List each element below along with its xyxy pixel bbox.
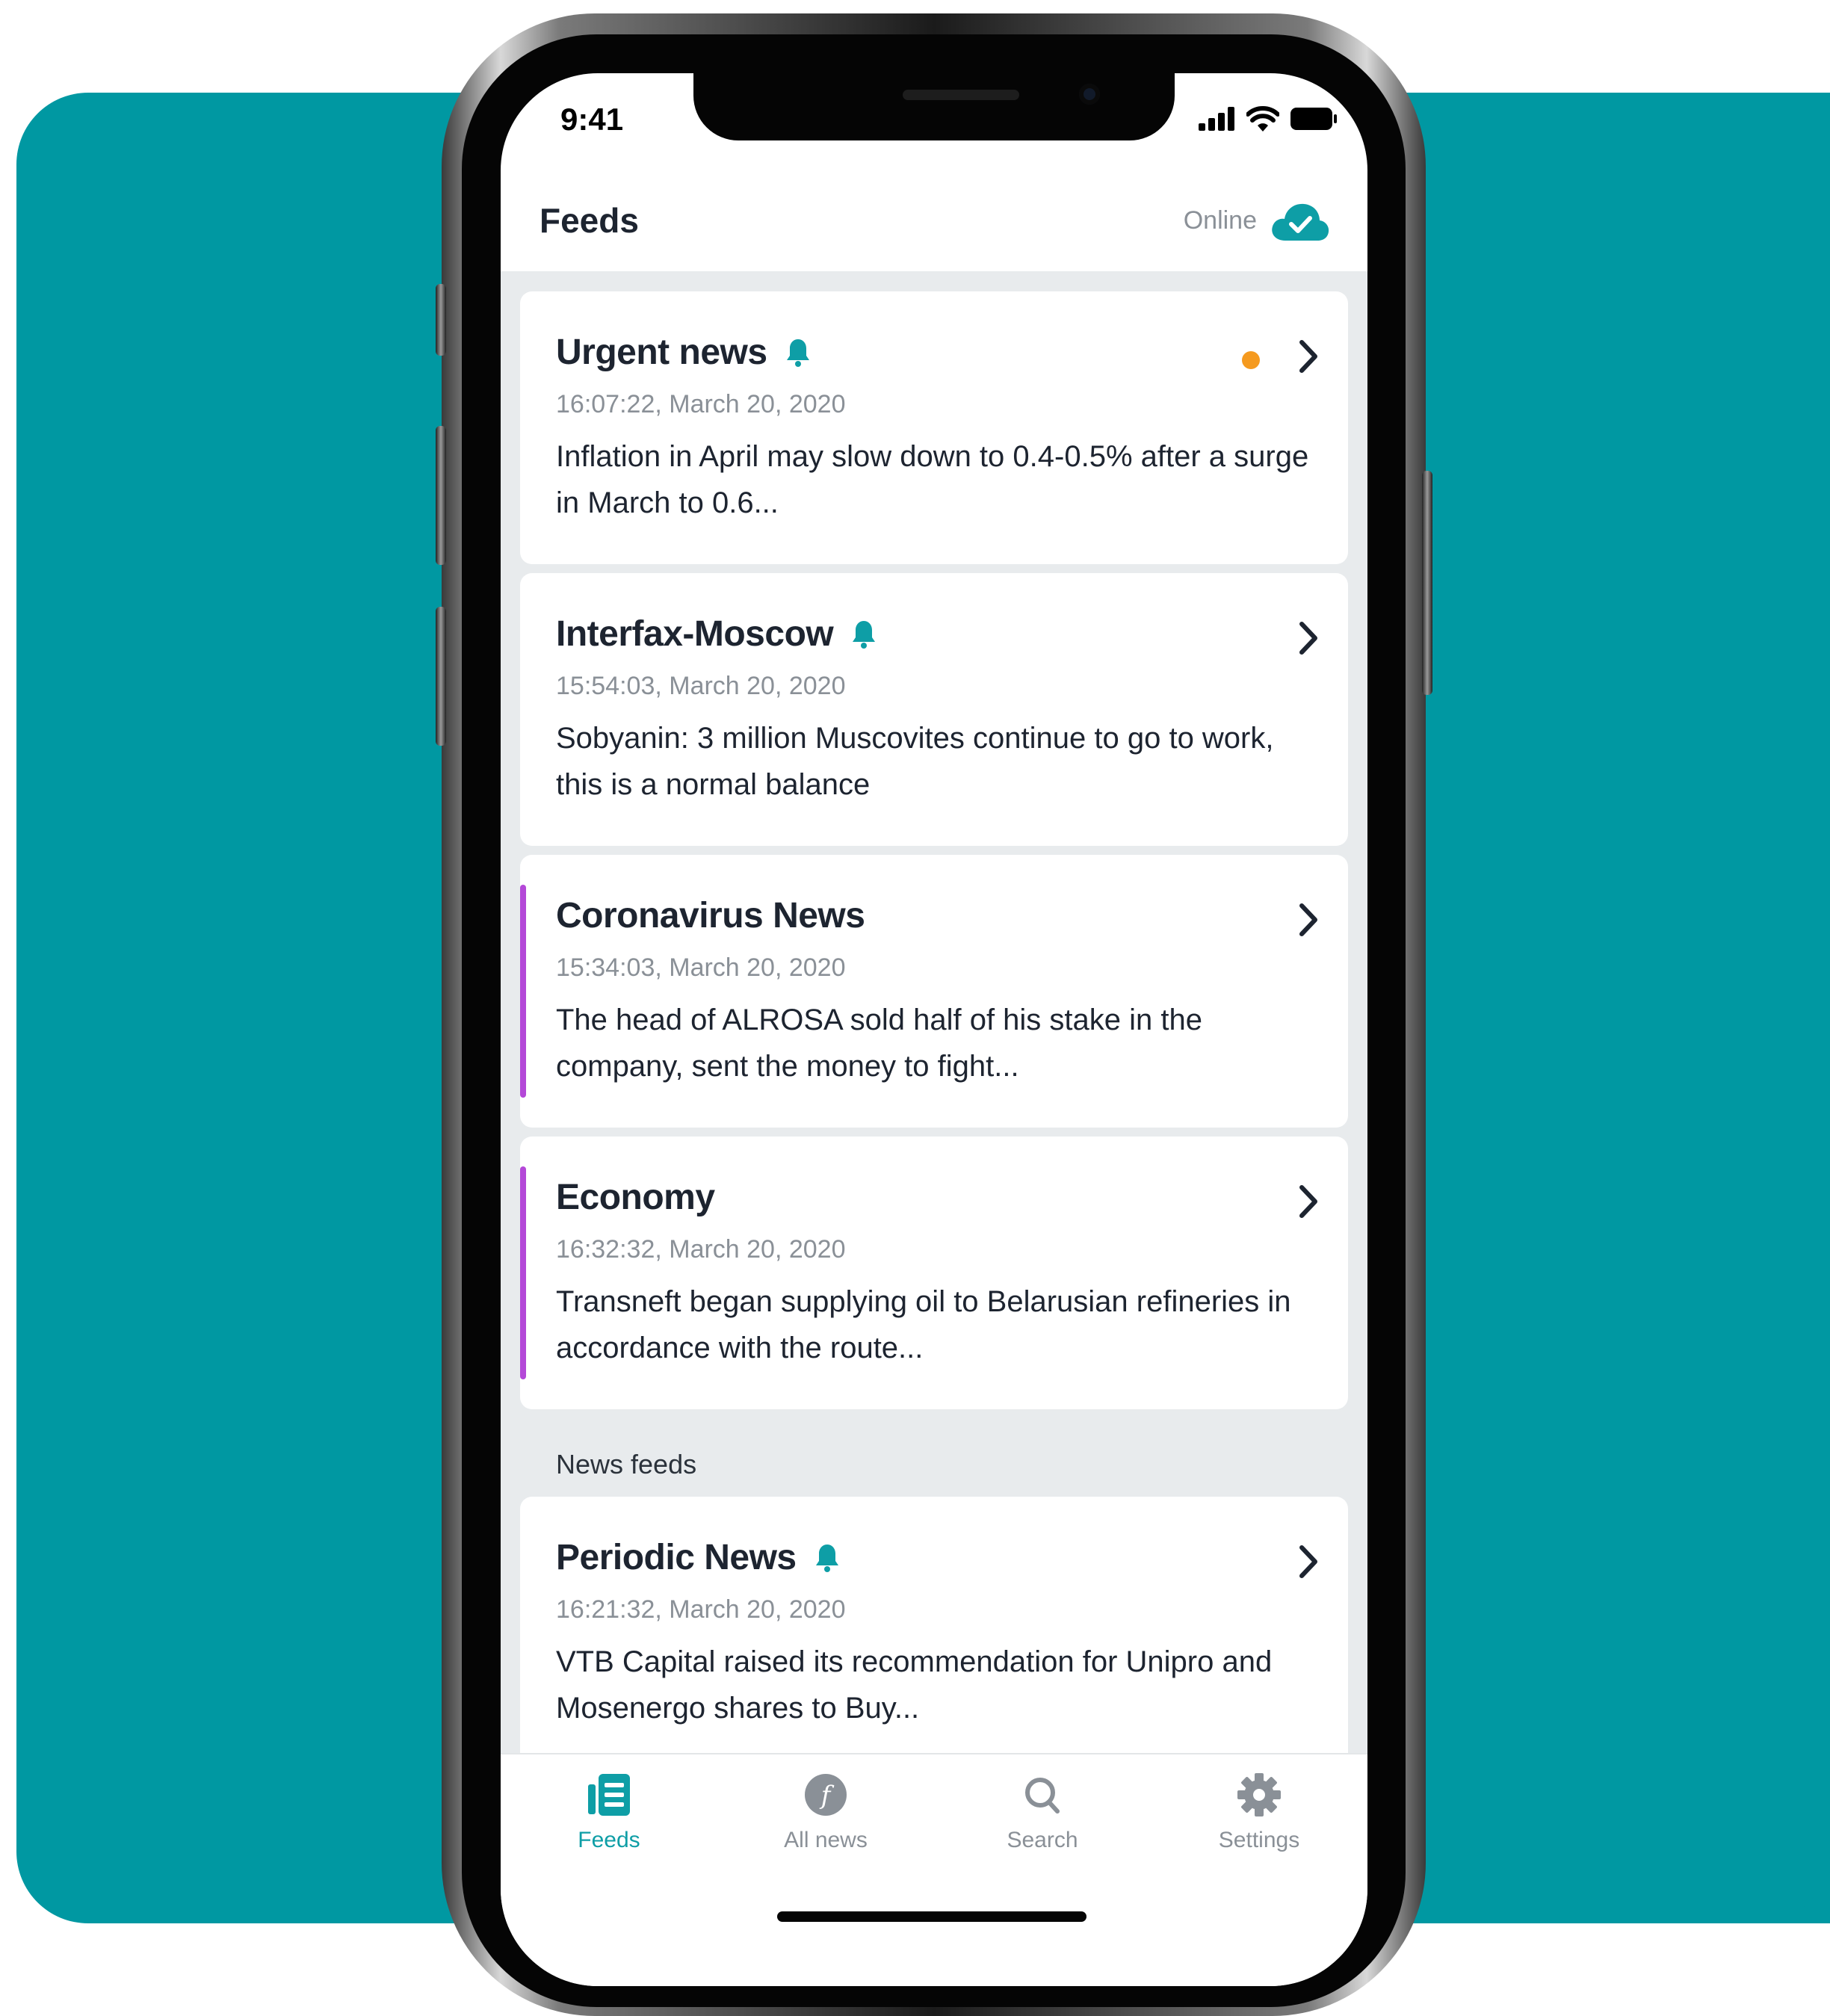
section-label-news-feeds: News feeds — [556, 1449, 697, 1479]
phone-screen: 9:41 Feeds Online Urgent news 16:07:22, … — [501, 73, 1367, 1986]
page-title: Feeds — [540, 201, 639, 240]
status-icons — [1199, 106, 1338, 132]
feed-card-title: Periodic News — [556, 1537, 840, 1578]
tab-search[interactable]: Search — [953, 1772, 1132, 1853]
bell-icon — [853, 620, 876, 649]
feed-card-title: Urgent news — [556, 332, 811, 373]
unread-dot — [1242, 351, 1260, 369]
feed-card-time: 16:07:22, March 20, 2020 — [556, 390, 846, 418]
battery-icon — [1290, 108, 1337, 130]
speaker — [903, 90, 1019, 100]
volume-up-button — [436, 426, 446, 565]
cloud-check-icon — [1272, 203, 1329, 241]
newspaper-icon — [588, 1774, 630, 1816]
background-panel-right — [1740, 93, 1830, 1923]
feed-list[interactable]: Urgent news 16:07:22, March 20, 2020 Inf… — [501, 271, 1367, 1825]
feed-marker — [520, 1166, 526, 1379]
tab-all-news-label: All news — [784, 1828, 868, 1852]
feed-card-time: 15:34:03, March 20, 2020 — [556, 953, 846, 982]
feed-card-text: Inflation in April may slow down to 0.4-… — [556, 440, 1309, 519]
front-camera — [1079, 84, 1100, 105]
tab-search-label: Search — [1007, 1828, 1078, 1852]
tab-feeds-label: Feeds — [578, 1828, 640, 1852]
search-icon — [1025, 1778, 1060, 1814]
chevron-right-icon[interactable] — [1296, 338, 1321, 375]
feed-card-interfax-moscow[interactable]: Interfax-Moscow 15:54:03, March 20, 2020… — [520, 573, 1348, 846]
feed-card-title: Interfax-Moscow — [556, 613, 877, 655]
feed-card-time: 16:32:32, March 20, 2020 — [556, 1235, 846, 1264]
all-news-logo-icon: f — [805, 1774, 847, 1816]
tab-settings[interactable]: Settings — [1169, 1772, 1349, 1853]
feed-marker — [520, 885, 526, 1098]
feed-card-time: 16:21:32, March 20, 2020 — [556, 1595, 846, 1624]
tab-feeds[interactable]: Feeds — [519, 1772, 699, 1853]
feed-card-urgent-news[interactable]: Urgent news 16:07:22, March 20, 2020 Inf… — [520, 291, 1348, 564]
feed-card-title: Economy — [556, 1177, 715, 1218]
tab-settings-label: Settings — [1218, 1828, 1300, 1852]
wifi-icon — [1246, 106, 1279, 132]
feed-card-title-text: Economy — [556, 1178, 715, 1217]
gear-icon — [1237, 1773, 1281, 1816]
feed-card-text: VTB Capital raised its recommendation fo… — [556, 1645, 1273, 1725]
feed-card-coronavirus-news[interactable]: Coronavirus News 15:34:03, March 20, 202… — [520, 855, 1348, 1128]
tab-bar: Feeds f All news Search Settings — [501, 1753, 1367, 1986]
tab-all-news[interactable]: f All news — [736, 1772, 915, 1853]
chevron-right-icon[interactable] — [1296, 1543, 1321, 1580]
feed-card-title-text: Periodic News — [556, 1538, 797, 1577]
chevron-right-icon[interactable] — [1296, 619, 1321, 657]
notch — [693, 73, 1175, 140]
feed-card-title-text: Coronavirus News — [556, 896, 865, 936]
feed-card-text: The head of ALROSA sold half of his stak… — [556, 1004, 1202, 1083]
feed-card-title: Coronavirus News — [556, 895, 865, 936]
power-button — [1422, 471, 1432, 695]
home-indicator — [777, 1911, 1086, 1922]
feed-card-economy[interactable]: Economy 16:32:32, March 20, 2020 Transne… — [520, 1137, 1348, 1409]
bell-icon — [815, 1544, 838, 1572]
chevron-right-icon[interactable] — [1296, 901, 1321, 939]
feed-card-title-text: Interfax-Moscow — [556, 614, 834, 654]
feed-card-text: Sobyanin: 3 million Muscovites continue … — [556, 722, 1274, 801]
bell-icon — [786, 338, 809, 367]
status-time: 9:41 — [560, 102, 624, 137]
feed-card-title-text: Urgent news — [556, 333, 767, 372]
feed-card-text: Transneft began supplying oil to Belarus… — [556, 1285, 1291, 1364]
feeds-header: Feeds Online — [501, 200, 1367, 272]
mute-switch — [436, 284, 446, 356]
feed-card-time: 15:54:03, March 20, 2020 — [556, 672, 846, 700]
volume-down-button — [436, 607, 446, 746]
chevron-right-icon[interactable] — [1296, 1183, 1321, 1220]
connection-status: Online — [1183, 206, 1257, 235]
signal-icon — [1199, 107, 1234, 131]
